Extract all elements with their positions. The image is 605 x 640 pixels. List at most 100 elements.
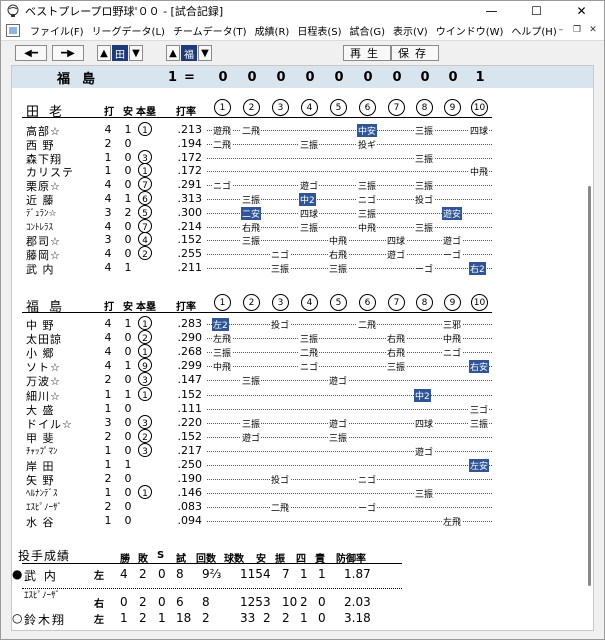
pitching-stat: 1 — [318, 567, 326, 581]
batter-row[interactable]: ソト☆ 4 1 9.299 中飛 ニゴ 三振 右安 — [12, 358, 593, 374]
batter-row[interactable]: 矢 野 2 0.190 投ゴ ニゴ — [12, 472, 593, 487]
batter-name: ｺﾝﾄﾚﾗｽ — [26, 222, 54, 233]
prev-arrow-button[interactable]: ◀━ — [15, 45, 47, 61]
home-down-button[interactable]: ▼ — [129, 45, 143, 61]
replay-button[interactable]: 再生 — [343, 45, 391, 61]
menu-records[interactable]: 成績(R) — [251, 23, 294, 38]
mdi-restore-icon[interactable]: ❐ — [570, 23, 584, 36]
inning-number: 9 — [444, 294, 461, 311]
home-runs: 2 — [136, 246, 154, 261]
dotted-leader — [207, 157, 492, 159]
batter-row[interactable]: 郡司☆ 3 0 4.152 三振 中飛 四球 遊ゴ — [12, 232, 593, 248]
document-icon[interactable] — [6, 23, 20, 37]
up-arrow-icon: ▲ — [169, 47, 177, 59]
home-up-button[interactable]: ▲ — [97, 45, 111, 61]
hits: 0 — [124, 472, 132, 486]
batter-row[interactable]: 高部☆ 4 1 1.213 遊飛 二飛 中安 三振 四球 — [12, 122, 593, 138]
close-icon[interactable]: ✕ — [559, 1, 604, 20]
at-bat-result: 三振 — [414, 487, 435, 501]
visitor-team-button[interactable]: 福 — [181, 45, 197, 61]
menu-team-data[interactable]: チームデータ(T) — [169, 23, 251, 38]
home-runs-value: 2 — [142, 250, 148, 261]
at-bat-result: ニゴ — [442, 346, 463, 360]
pitcher-row[interactable]: ● 武 内左 4 2 0 8 9⅔ 115 4 7 1 1 1.87 — [12, 567, 593, 583]
batter-row[interactable]: 大 盛 1 0.111 三ゴ — [12, 402, 593, 417]
batter-row[interactable]: ｴｽﾋﾟﾉｰｻﾞ 2 0 .083 二飛 ーゴ — [12, 500, 593, 515]
at-bats: 4 — [104, 219, 112, 233]
home-team-button[interactable]: 田 — [112, 45, 128, 61]
batter-row[interactable]: カリステ 1 0 1.172 中飛 — [12, 163, 593, 179]
visitor-down-button[interactable]: ▼ — [198, 45, 212, 61]
pitching-stat: 0 — [318, 611, 326, 625]
at-bat-result: 二飛 — [299, 346, 320, 360]
batter-row[interactable]: ｺﾝﾄﾚﾗｽ 4 0 7 .214 右飛 三振 中飛 三振 — [12, 218, 593, 234]
pitching-stat: 125 — [240, 595, 263, 609]
batter-row[interactable]: 岸 田 1 1.250 左安 — [12, 458, 593, 473]
menu-file[interactable]: ファイル(F) — [26, 23, 88, 38]
inning-number: 2 — [243, 99, 260, 116]
window-controls: — ☐ ✕ — [469, 1, 604, 20]
score-inning: 0 — [363, 70, 373, 85]
batter-row[interactable]: ﾃﾞｭﾗﾝ☆ 3 2 5 .300 二安 四球 三振 遊安 — [12, 204, 593, 220]
batter-row[interactable]: 藤岡☆ 4 0 2.255 ニゴ 右飛 遊ゴ ーゴ — [12, 246, 593, 262]
hits: 0 — [124, 233, 132, 247]
home-runs: 1 — [136, 163, 154, 178]
at-bat-result: 投ゴ — [270, 473, 291, 487]
at-bat-result: 三振 — [299, 137, 320, 151]
at-bats: 1 — [104, 486, 112, 500]
batter-row[interactable]: 森下翔 1 0 3.172 三振 — [12, 149, 593, 166]
home-runs: 4 — [136, 232, 154, 247]
batter-name: 武 内 — [26, 263, 55, 276]
batter-row[interactable]: 万波☆ 2 0 3.147 三振 遊ゴ — [12, 372, 593, 388]
at-bat-result: 遊ゴ — [386, 248, 407, 262]
at-bat-result: 遊ゴ — [414, 444, 435, 458]
batter-row[interactable]: 中 野 4 1 1.283 左2 投ゴ 二飛 三邪 — [12, 316, 593, 332]
at-bat-result: 三振 — [241, 374, 262, 388]
batter-row[interactable]: 太田諒 4 0 2.290 左飛 三振 右飛 中飛 — [12, 330, 593, 346]
pitching-stat: 4 — [120, 567, 128, 581]
batting-average: .250 — [177, 458, 203, 471]
hits: 1 — [124, 317, 132, 330]
up-arrow-icon: ▲ — [100, 47, 108, 59]
batter-row[interactable]: 水 谷 1 0 .094 左飛 — [12, 514, 593, 529]
mdi-close-icon[interactable]: ✕ — [586, 23, 600, 36]
at-bat-result: 三振 — [328, 262, 349, 275]
inning-number: 7 — [388, 294, 405, 311]
hits: 0 — [124, 415, 132, 429]
menu-schedule[interactable]: 日程表(S) — [293, 23, 345, 38]
home-runs-value: 1 — [142, 348, 148, 359]
home-runs: 1 — [136, 122, 154, 136]
menu-window[interactable]: ウインドウ(W) — [432, 23, 508, 38]
inning-number: 9 — [444, 99, 461, 116]
menu-game[interactable]: 試合(G) — [345, 23, 389, 38]
save-button[interactable]: 保存 — [391, 45, 439, 61]
batter-row[interactable]: 近 藤 4 1 6.313 三振 中2 ニゴ 投ゴ — [12, 191, 593, 207]
batter-row[interactable]: 細川☆ 1 1 1.152 中2 — [12, 386, 593, 403]
maximize-icon[interactable]: ☐ — [514, 1, 559, 20]
mdi-minimize-icon[interactable]: – — [554, 23, 568, 36]
pitcher-row[interactable]: ｴｽﾋﾟﾉｰｻﾞ右 0 2 0 6 8 125 3 10 2 0 2.03 — [12, 591, 593, 610]
at-bat-result: 二飛 — [270, 501, 291, 515]
inning-number: 3 — [272, 294, 289, 311]
home-runs: 7 — [136, 218, 154, 233]
batter-row[interactable]: 西 野 2 0.194 二飛 三振 投ギ — [12, 137, 593, 152]
batter-row[interactable]: 武 内 4 1 .211 三振 三振 ーゴ 右2 — [12, 261, 593, 276]
batter-row[interactable]: 栗原☆ 4 0 7.291 ニゴ 遊ゴ 三振 三振 — [12, 177, 593, 193]
menu-view[interactable]: 表示(V) — [389, 23, 432, 38]
visitor-up-button[interactable]: ▲ — [166, 45, 180, 61]
batter-row[interactable]: 甲 斐 2 0 2.152 遊ゴ 三振 — [12, 428, 593, 445]
pitching-stat: 1 — [300, 611, 308, 625]
menu-help[interactable]: ヘルプ(H) — [507, 23, 560, 38]
at-bat-result: 三振 — [270, 262, 291, 275]
minimize-icon[interactable]: — — [469, 1, 514, 20]
menu-league-data[interactable]: リーグデータ(L) — [88, 23, 169, 38]
batter-row[interactable]: ﾁｬｯﾌﾟﾏﾝ 1 0 3 .217 遊ゴ — [12, 442, 593, 458]
batter-row[interactable]: ﾍﾙﾅﾝﾃﾞｽ 1 0 1 .146 三振 — [12, 485, 593, 501]
batter-row[interactable]: 小 郷 4 0 1.268 三振 二飛 右飛 ニゴ — [12, 344, 593, 360]
batting-average: .152 — [177, 387, 203, 401]
hits: 0 — [124, 345, 132, 359]
at-bat-result: 二飛 — [241, 124, 262, 137]
batter-row[interactable]: ドイル☆ 3 0 3.220 三振 遊ゴ 四球 三振 — [12, 414, 593, 431]
next-arrow-button[interactable]: ━▶ — [52, 45, 84, 61]
pitcher-row[interactable]: ○ 鈴木翔左 1 2 1 18 2 33 2 2 1 0 3.18 — [12, 611, 593, 627]
